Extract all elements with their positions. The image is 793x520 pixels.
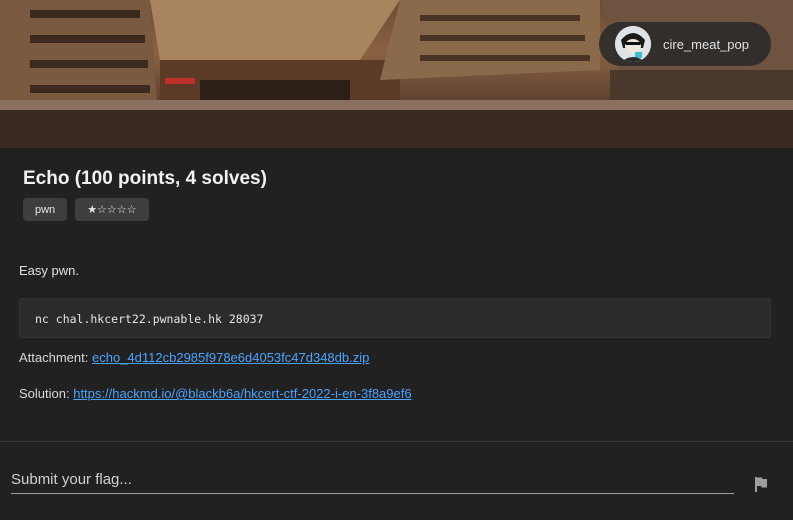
- connection-command: nc chal.hkcert22.pwnable.hk 28037: [19, 298, 771, 338]
- solution-link[interactable]: https://hackmd.io/@blackb6a/hkcert-ctf-2…: [73, 386, 411, 401]
- submit-flag-button[interactable]: [752, 475, 770, 493]
- attachment-label: Attachment:: [19, 350, 89, 365]
- difficulty-chip: ★☆☆☆☆: [75, 198, 149, 221]
- challenge-tags: pwn ★☆☆☆☆: [23, 198, 149, 221]
- divider: [0, 441, 793, 442]
- avatar[interactable]: [615, 26, 651, 62]
- category-chip: pwn: [23, 198, 68, 221]
- avatar-character-icon: [615, 26, 651, 62]
- challenge-description: Easy pwn.: [19, 263, 79, 278]
- solution-row: Solution: https://hackmd.io/@blackb6a/hk…: [19, 386, 412, 401]
- attachment-link[interactable]: echo_4d112cb2985f978e6d4053fc47d348db.zi…: [92, 350, 369, 365]
- challenge-title: Echo (100 points, 4 solves): [23, 168, 267, 189]
- flag-input[interactable]: [11, 466, 734, 494]
- username[interactable]: cire_meat_pop: [663, 37, 749, 52]
- flag-icon: [755, 477, 767, 492]
- attachment-row: Attachment: echo_4d112cb2985f978e6d4053f…: [19, 350, 369, 365]
- header-banner: cire_meat_pop: [0, 0, 793, 148]
- user-menu[interactable]: cire_meat_pop: [599, 22, 771, 66]
- solution-label: Solution:: [19, 386, 70, 401]
